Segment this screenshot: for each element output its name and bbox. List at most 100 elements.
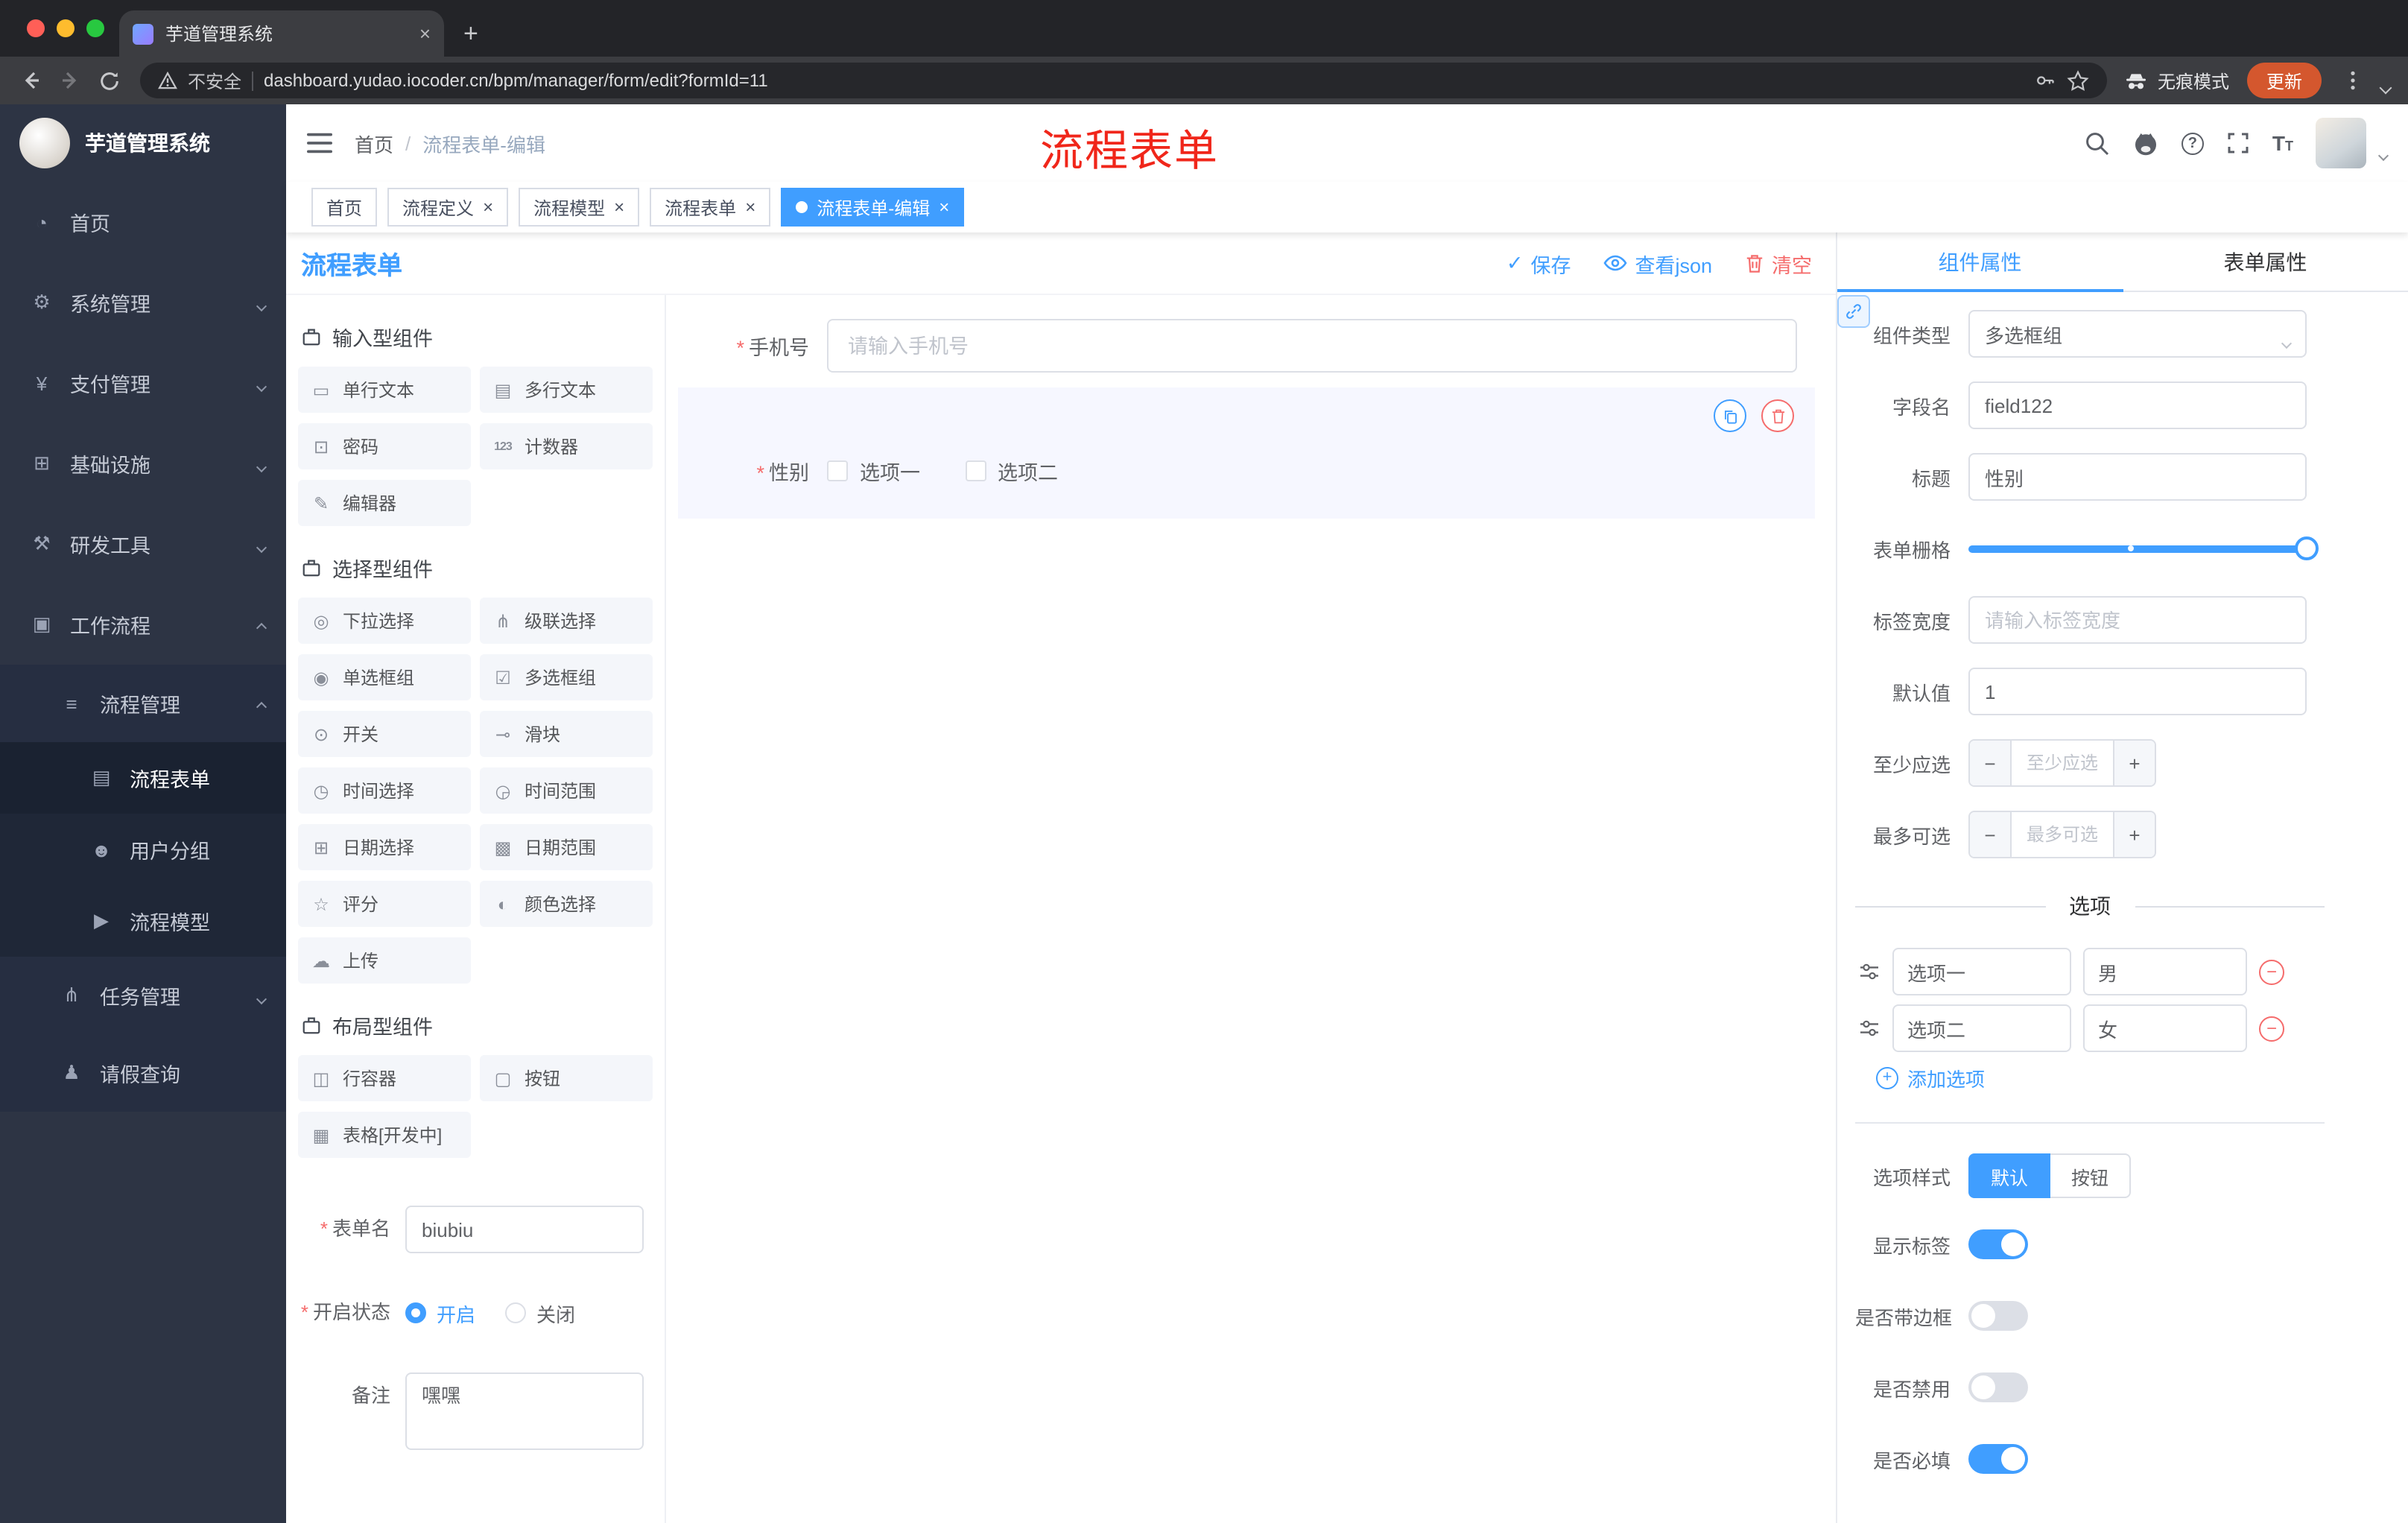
palette-item-button[interactable]: ▢ 按钮	[480, 1055, 653, 1101]
sidebar-item-task-management[interactable]: ⋔ 任务管理	[0, 957, 286, 1034]
address-bar[interactable]: 不安全 dashboard.yudao.iocoder.cn/bpm/manag…	[140, 63, 2107, 98]
tag-process-model[interactable]: 流程模型 ×	[519, 188, 640, 227]
copy-component-button[interactable]	[1714, 399, 1746, 432]
palette-item-radio-group[interactable]: ◉ 单选框组	[298, 654, 471, 700]
disabled-toggle[interactable]	[1968, 1372, 2028, 1402]
palette-item-color-picker[interactable]: ◐ 颜色选择	[480, 881, 653, 927]
palette-item-counter[interactable]: 123 计数器	[480, 423, 653, 469]
palette-item-row-container[interactable]: ◫ 行容器	[298, 1055, 471, 1101]
palette-item-multi-line-text[interactable]: ▤ 多行文本	[480, 367, 653, 413]
option-value-input[interactable]	[2083, 948, 2247, 995]
remove-option-button[interactable]: −	[2259, 1016, 2284, 1041]
sidebar-item-leave-query[interactable]: ♟ 请假查询	[0, 1034, 286, 1112]
bookmark-star-icon[interactable]	[2067, 70, 2089, 91]
style-default-button[interactable]: 默认	[1968, 1153, 2051, 1198]
tab-close-icon[interactable]: ×	[419, 22, 431, 45]
field-name-input[interactable]	[1968, 381, 2307, 429]
sidebar-item-infrastructure[interactable]: ⊞ 基础设施	[0, 423, 286, 504]
new-tab-button[interactable]: +	[463, 21, 478, 46]
tag-process-definition[interactable]: 流程定义 ×	[387, 188, 509, 227]
gender-option-1[interactable]: 选项一	[827, 456, 920, 486]
close-icon[interactable]: ×	[745, 198, 755, 216]
browser-tab[interactable]: 芋道管理系统 ×	[119, 10, 444, 57]
link-icon[interactable]	[1837, 295, 1870, 328]
fullscreen-icon[interactable]	[2226, 131, 2250, 155]
palette-item-date-range[interactable]: ▩ 日期范围	[480, 824, 653, 870]
slider-track[interactable]	[1968, 536, 2319, 560]
min-select-input[interactable]	[2012, 741, 2113, 785]
add-option-button[interactable]: + 添加选项	[1876, 1064, 2408, 1092]
label-width-input[interactable]	[1968, 596, 2307, 644]
palette-item-upload[interactable]: ☁ 上传	[298, 937, 471, 984]
palette-item-date-picker[interactable]: ⊞ 日期选择	[298, 824, 471, 870]
github-icon[interactable]	[2132, 130, 2159, 156]
style-button-button[interactable]: 按钮	[2050, 1153, 2132, 1198]
update-button[interactable]: 更新	[2246, 63, 2322, 98]
form-name-input[interactable]	[405, 1206, 644, 1253]
toolbar-chevron-icon[interactable]	[2379, 81, 2392, 95]
drag-handle-icon[interactable]	[1858, 961, 1881, 982]
grid-slider[interactable]	[1968, 525, 2319, 572]
window-minimize-button[interactable]	[57, 19, 75, 37]
remove-option-button[interactable]: −	[2259, 959, 2284, 984]
key-icon[interactable]	[2034, 70, 2056, 91]
palette-item-single-line-text[interactable]: ▭ 单行文本	[298, 367, 471, 413]
decrease-button[interactable]: −	[1970, 812, 2012, 857]
palette-item-password[interactable]: ⊡ 密码	[298, 423, 471, 469]
palette-item-rate[interactable]: ☆ 评分	[298, 881, 471, 927]
option-name-input[interactable]	[1892, 948, 2071, 995]
phone-input[interactable]	[827, 319, 1797, 373]
border-toggle[interactable]	[1968, 1301, 2028, 1331]
help-icon[interactable]	[2181, 132, 2204, 154]
close-icon[interactable]: ×	[614, 198, 624, 216]
palette-item-select[interactable]: ◎ 下拉选择	[298, 598, 471, 644]
palette-item-time-picker[interactable]: ◷ 时间选择	[298, 767, 471, 814]
show-label-toggle[interactable]	[1968, 1229, 2028, 1259]
sidebar-item-workflow[interactable]: ▣ 工作流程	[0, 584, 286, 665]
decrease-button[interactable]: −	[1970, 741, 2012, 785]
checkbox-icon[interactable]	[827, 460, 848, 481]
tag-process-form-edit[interactable]: 流程表单-编辑 ×	[781, 188, 965, 227]
canvas-field-gender-selected[interactable]: 性别 选项一 选项二	[678, 387, 1815, 519]
view-json-button[interactable]: 查看json	[1603, 248, 1712, 278]
window-zoom-button[interactable]	[86, 19, 104, 37]
sidebar-item-system-management[interactable]: ⚙ 系统管理	[0, 262, 286, 343]
palette-item-time-range[interactable]: ◶ 时间范围	[480, 767, 653, 814]
sidebar-item-process-management[interactable]: ≡ 流程管理	[0, 665, 286, 742]
sidebar-item-process-model[interactable]: ▶ 流程模型	[0, 885, 286, 957]
palette-item-cascader[interactable]: ⋔ 级联选择	[480, 598, 653, 644]
tag-home[interactable]: 首页	[311, 188, 378, 227]
reload-icon[interactable]	[89, 61, 128, 100]
sidebar-item-home[interactable]: ◔ 首页	[0, 182, 286, 262]
palette-item-switch[interactable]: ⊙ 开关	[298, 711, 471, 757]
tag-process-form[interactable]: 流程表单 ×	[650, 188, 771, 227]
forward-icon[interactable]	[51, 61, 89, 100]
option-name-input[interactable]	[1892, 1004, 2071, 1052]
breadcrumb-home[interactable]: 首页	[355, 129, 393, 157]
option-value-input[interactable]	[2083, 1004, 2247, 1052]
sidebar-item-process-form[interactable]: ▤ 流程表单	[0, 742, 286, 814]
gender-option-2[interactable]: 选项二	[965, 456, 1058, 486]
max-select-input[interactable]	[2012, 812, 2113, 857]
font-size-icon[interactable]	[2272, 133, 2293, 153]
increase-button[interactable]: +	[2113, 741, 2155, 785]
sidebar-item-dev-tools[interactable]: ⚒ 研发工具	[0, 504, 286, 584]
drag-handle-icon[interactable]	[1858, 1018, 1881, 1039]
palette-item-editor[interactable]: ✎ 编辑器	[298, 480, 471, 526]
title-input[interactable]	[1968, 453, 2307, 501]
palette-item-checkbox-group[interactable]: ☑ 多选框组	[480, 654, 653, 700]
browser-menu-icon[interactable]	[2333, 61, 2372, 100]
palette-item-slider[interactable]: ⊸ 滑块	[480, 711, 653, 757]
sidebar-item-payment-management[interactable]: ¥ 支付管理	[0, 343, 286, 423]
save-button[interactable]: ✓ 保存	[1506, 248, 1571, 278]
palette-item-table[interactable]: ▦ 表格[开发中]	[298, 1112, 471, 1158]
delete-component-button[interactable]	[1761, 399, 1794, 432]
hamburger-icon[interactable]	[307, 133, 332, 153]
avatar-caret-icon[interactable]	[2377, 140, 2389, 167]
tab-component-props[interactable]: 组件属性	[1837, 232, 2123, 292]
slider-handle[interactable]	[2295, 536, 2319, 560]
canvas-field-phone[interactable]: 手机号	[678, 319, 1815, 373]
checkbox-icon[interactable]	[965, 460, 986, 481]
sidebar-item-user-group[interactable]: ☻ 用户分组	[0, 814, 286, 885]
close-icon[interactable]: ×	[483, 198, 493, 216]
